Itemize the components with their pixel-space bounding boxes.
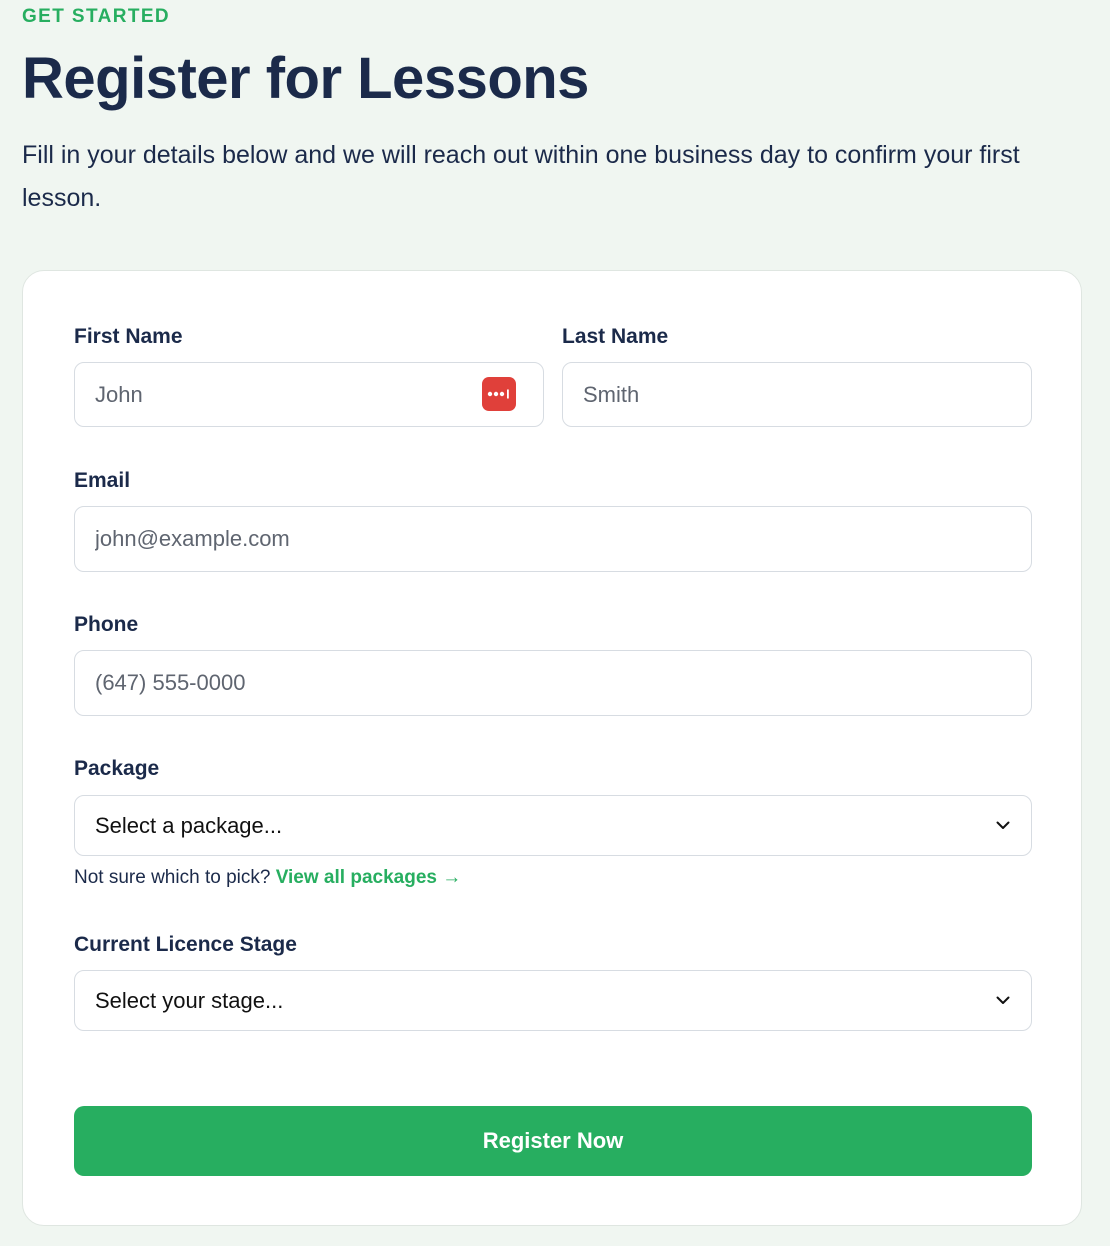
last-name-label: Last Name bbox=[562, 325, 669, 348]
package-select[interactable]: Select a package... bbox=[74, 795, 1032, 856]
phone-input[interactable] bbox=[74, 650, 1032, 716]
last-name-input[interactable] bbox=[562, 362, 1032, 427]
email-label: Email bbox=[74, 469, 131, 492]
licence-stage-select[interactable]: Select your stage... bbox=[74, 970, 1032, 1031]
package-helper-text: Not sure which to pick? bbox=[74, 867, 271, 888]
package-helper: Not sure which to pick? View all package… bbox=[74, 865, 461, 891]
intro-text: Fill in your details below and we will r… bbox=[22, 141, 1020, 212]
chevron-down-icon bbox=[995, 993, 1011, 1009]
phone-label: Phone bbox=[74, 613, 139, 636]
package-select-value: Select a package... bbox=[95, 812, 283, 838]
first-name-input[interactable] bbox=[74, 362, 544, 427]
chevron-down-icon bbox=[995, 818, 1011, 834]
password-manager-icon[interactable] bbox=[482, 377, 516, 411]
package-label: Package bbox=[74, 757, 160, 780]
eyebrow: GET STARTED bbox=[22, 6, 171, 27]
view-all-packages-link[interactable]: View all packages → bbox=[276, 867, 462, 888]
page-title: Register for Lessons bbox=[22, 46, 589, 111]
email-input[interactable] bbox=[74, 506, 1032, 572]
register-button[interactable]: Register Now bbox=[74, 1106, 1032, 1176]
first-name-label: First Name bbox=[74, 325, 183, 348]
licence-stage-select-value: Select your stage... bbox=[95, 987, 284, 1013]
licence-stage-label: Current Licence Stage bbox=[74, 933, 297, 956]
registration-form: First Name Last Name Email Phone Package… bbox=[22, 270, 1082, 1226]
